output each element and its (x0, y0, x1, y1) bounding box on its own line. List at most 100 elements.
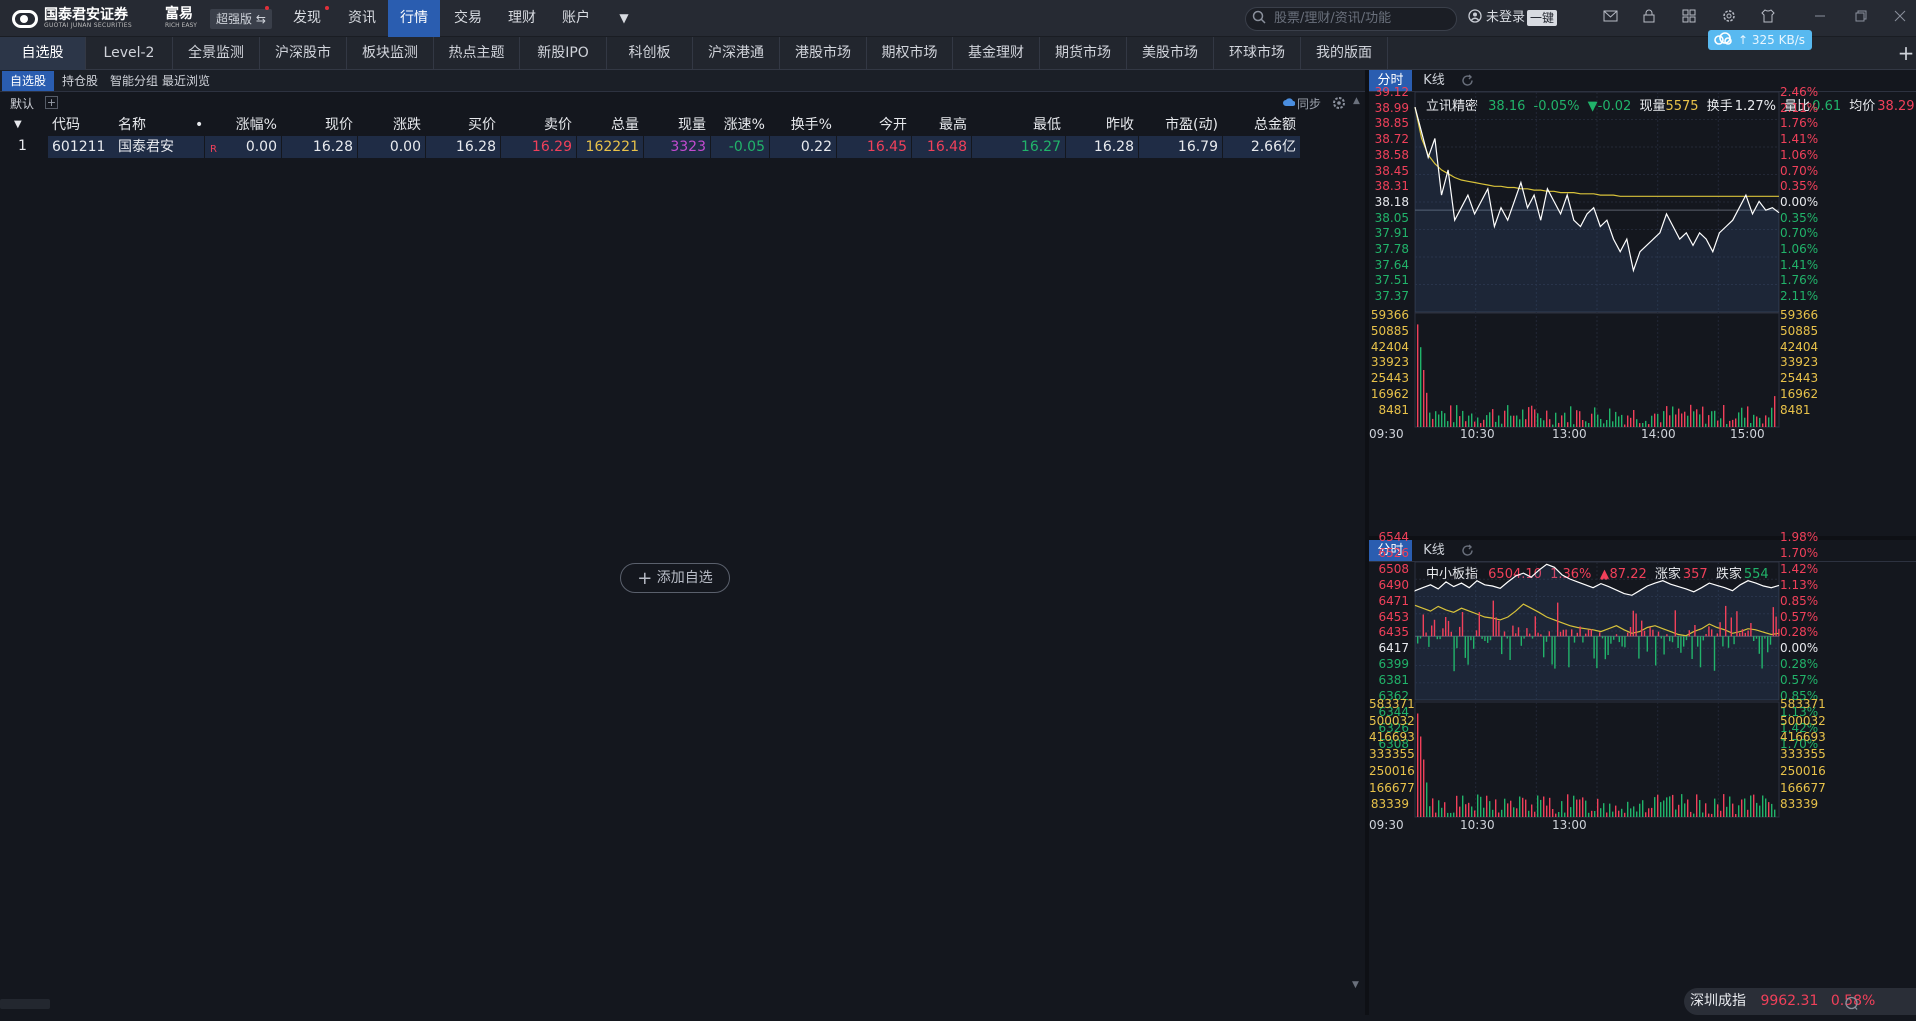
tab-main-4[interactable]: 板块监测 (347, 37, 434, 70)
nav-discover[interactable]: 发现 (285, 0, 329, 37)
nav-market[interactable]: 行情 (388, 0, 440, 37)
index-ticker[interactable]: 深圳成指 9962.31 0.58% (1684, 988, 1916, 1015)
skin-shirt-icon[interactable] (1759, 9, 1777, 27)
volume-bar (1489, 801, 1491, 817)
column-header[interactable]: 总金额 (1226, 114, 1296, 136)
sort-arrow-icon[interactable]: ▼ (14, 114, 22, 136)
column-header[interactable]: 昨收 (1064, 114, 1134, 136)
column-header[interactable]: 涨幅% (207, 114, 277, 136)
nav-news[interactable]: 资讯 (340, 0, 384, 37)
column-header[interactable]: 现价 (283, 114, 353, 136)
breadth-bar (1473, 636, 1475, 649)
group-default-tab[interactable]: 默认 (10, 95, 34, 112)
restore-icon[interactable] (1852, 9, 1870, 27)
mail-icon[interactable] (1601, 9, 1619, 27)
tab-main-8[interactable]: 沪深港通 (693, 37, 780, 70)
minimize-icon[interactable] (1811, 9, 1829, 27)
volume-bar (1426, 392, 1428, 427)
column-header[interactable]: 市盈(动) (1148, 114, 1218, 136)
grid-apps-icon[interactable] (1680, 9, 1698, 27)
group-row: 默认 + 同步 ▲ (0, 92, 1365, 114)
add-tab-plus-icon[interactable]: + (1896, 41, 1916, 65)
horizontal-scrollbar[interactable] (0, 999, 50, 1009)
breadth-bar (1475, 630, 1478, 637)
table-cell-low: 16.27 (1020, 139, 1061, 155)
chat-bubble-icon[interactable] (1844, 994, 1860, 1010)
login-status[interactable]: 未登录 (1486, 9, 1525, 27)
y-axis-pct-label: 1.42% (1780, 561, 1819, 576)
volume-axis-label: 583371 (1780, 697, 1826, 711)
volume-bar (1459, 416, 1461, 427)
volume-bar (1702, 812, 1704, 817)
tab-main-9[interactable]: 港股市场 (780, 37, 867, 70)
nav-trade[interactable]: 交易 (446, 0, 490, 37)
tab-main-12[interactable]: 期货市场 (1040, 37, 1127, 70)
edition-switch-button[interactable]: 超强版 ⇆ (210, 9, 272, 29)
column-header[interactable]: 代码 (52, 114, 80, 136)
tab-main-10[interactable]: 期权市场 (867, 37, 953, 70)
tab-main-2[interactable]: 全景监测 (173, 37, 260, 70)
tab-sub-1[interactable]: 持仓股 (56, 71, 104, 91)
add-watchlist-button[interactable]: + 添加自选 (620, 563, 730, 593)
tab-main-6[interactable]: 新股IPO (520, 37, 607, 70)
tab-sub-2[interactable]: 智能分组 (107, 71, 161, 91)
user-icon[interactable] (1466, 9, 1484, 27)
volume-bar (1708, 813, 1710, 817)
breadth-bar (1419, 636, 1422, 639)
volume-bar (1453, 812, 1455, 817)
nav-more-chevron-icon[interactable]: ▼ (612, 0, 636, 37)
column-header[interactable]: 买价 (426, 114, 496, 136)
tab-main-3[interactable]: 沪深股市 (260, 37, 347, 70)
tab-main-7[interactable]: 科创板 (607, 37, 693, 70)
volume-bar (1678, 408, 1680, 427)
tab-main-15[interactable]: 我的版面 (1301, 37, 1388, 70)
tab-sub-3[interactable]: 最近浏览 (162, 71, 210, 91)
quick-login-badge[interactable]: 一键 (1527, 10, 1558, 26)
volume-bar (1588, 423, 1590, 427)
column-header[interactable]: 名称 (118, 114, 146, 136)
tab-main-14[interactable]: 环球市场 (1214, 37, 1301, 70)
settings-gear-icon[interactable] (1720, 9, 1738, 27)
breadth-bar (1708, 626, 1710, 637)
column-header[interactable]: 最高 (897, 114, 967, 136)
column-header[interactable]: 最低 (991, 114, 1061, 136)
x-axis-label: 14:00 (1641, 427, 1676, 441)
tab-main-5[interactable]: 热点主题 (434, 37, 520, 70)
tab-main-1[interactable]: Level-2 (86, 37, 173, 70)
tab-main-11[interactable]: 基金理财 (953, 37, 1040, 70)
breadth-bar (1680, 636, 1682, 653)
column-header[interactable]: 涨速% (695, 114, 765, 136)
table-settings-gear-icon[interactable] (1332, 96, 1346, 110)
breadth-bar (1683, 636, 1685, 647)
y-axis-pct-label: 0.70% (1780, 226, 1819, 241)
table-row[interactable]: 601211 国泰君安 R 0.00 16.28 0.00 16.28 16.29 162221… (0, 136, 1301, 158)
sync-button[interactable]: 同步 (1297, 95, 1321, 112)
sync-cloud-icon[interactable] (1283, 96, 1296, 108)
add-group-plus-icon[interactable]: + (45, 96, 58, 109)
column-header[interactable]: 卖价 (502, 114, 572, 136)
breadth-bar (1767, 636, 1769, 653)
nav-account[interactable]: 账户 (554, 0, 598, 37)
nav-finance[interactable]: 理财 (500, 0, 544, 37)
breadth-bar (1523, 636, 1525, 639)
tab-main-13[interactable]: 美股市场 (1127, 37, 1214, 70)
scroll-up-arrow-icon[interactable]: ▲ (1353, 96, 1362, 110)
index-intraday-chart-svg[interactable] (1369, 540, 1916, 1015)
volume-bar (1723, 794, 1725, 817)
volume-axis-label: 416693 (1780, 730, 1826, 745)
column-header[interactable]: 换手% (762, 114, 832, 136)
lock-icon[interactable] (1640, 9, 1658, 27)
column-header[interactable]: 总量 (569, 114, 639, 136)
column-header[interactable]: 涨跌 (351, 114, 421, 136)
breadth-bar (1697, 636, 1699, 647)
volume-bar (1486, 415, 1488, 427)
tab-sub-0[interactable]: 自选股 (2, 71, 54, 91)
intraday-chart-svg[interactable] (1369, 70, 1916, 536)
close-icon[interactable] (1891, 9, 1909, 27)
scroll-down-arrow-icon[interactable]: ▼ (1352, 980, 1362, 994)
column-header[interactable]: • (195, 114, 203, 136)
y-axis-pct-label: 1.41% (1780, 132, 1819, 147)
tab-main-0[interactable]: 自选股 (0, 37, 86, 70)
volume-bar (1420, 347, 1422, 427)
search-input[interactable]: 股票/理财/资讯/功能 (1245, 7, 1457, 31)
